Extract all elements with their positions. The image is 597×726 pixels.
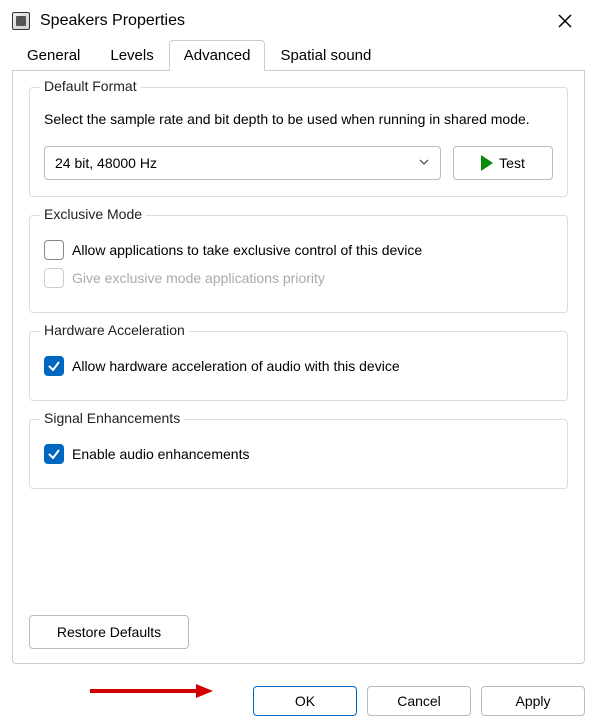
default-format-group: Default Format Select the sample rate an… [29,87,568,197]
audio-enhancements-label: Enable audio enhancements [72,446,249,462]
chevron-down-icon [418,155,430,171]
ok-button-label: OK [295,693,315,709]
ok-button[interactable]: OK [253,686,357,716]
format-select-value: 24 bit, 48000 Hz [55,155,157,171]
sound-device-icon [12,12,30,30]
cancel-button-label: Cancel [397,693,441,709]
exclusive-mode-group: Exclusive Mode Allow applications to tak… [29,215,568,313]
cancel-button[interactable]: Cancel [367,686,471,716]
hardware-accel-title: Hardware Acceleration [40,322,189,338]
apply-button[interactable]: Apply [481,686,585,716]
dialog-footer: OK Cancel Apply [0,676,597,726]
close-button[interactable] [545,5,585,37]
test-button-label: Test [499,155,525,171]
hardware-accel-checkbox[interactable] [44,356,64,376]
content-area: General Levels Advanced Spatial sound De… [0,40,597,676]
close-icon [558,14,572,28]
tab-advanced[interactable]: Advanced [169,40,266,71]
speakers-properties-window: Speakers Properties General Levels Advan… [0,0,597,713]
restore-defaults-button[interactable]: Restore Defaults [29,615,189,649]
tab-spatial[interactable]: Spatial sound [265,40,386,70]
audio-enhancements-checkbox[interactable] [44,444,64,464]
tab-strip: General Levels Advanced Spatial sound [12,40,585,71]
default-format-desc: Select the sample rate and bit depth to … [44,110,553,130]
exclusive-priority-checkbox [44,268,64,288]
titlebar: Speakers Properties [0,0,597,40]
advanced-panel: Default Format Select the sample rate an… [12,71,585,664]
test-button[interactable]: Test [453,146,553,180]
hardware-accel-group: Hardware Acceleration Allow hardware acc… [29,331,568,401]
default-format-title: Default Format [40,78,141,94]
exclusive-control-checkbox[interactable] [44,240,64,260]
signal-enhancements-group: Signal Enhancements Enable audio enhance… [29,419,568,489]
play-icon [481,155,493,171]
exclusive-priority-label: Give exclusive mode applications priorit… [72,270,325,286]
tab-levels[interactable]: Levels [95,40,168,70]
exclusive-control-label: Allow applications to take exclusive con… [72,242,422,258]
format-select[interactable]: 24 bit, 48000 Hz [44,146,441,180]
tab-general[interactable]: General [12,40,95,70]
window-title: Speakers Properties [40,12,185,30]
hardware-accel-label: Allow hardware acceleration of audio wit… [72,358,400,374]
restore-defaults-label: Restore Defaults [57,624,161,640]
apply-button-label: Apply [515,693,550,709]
exclusive-mode-title: Exclusive Mode [40,206,146,222]
signal-enhancements-title: Signal Enhancements [40,410,184,426]
